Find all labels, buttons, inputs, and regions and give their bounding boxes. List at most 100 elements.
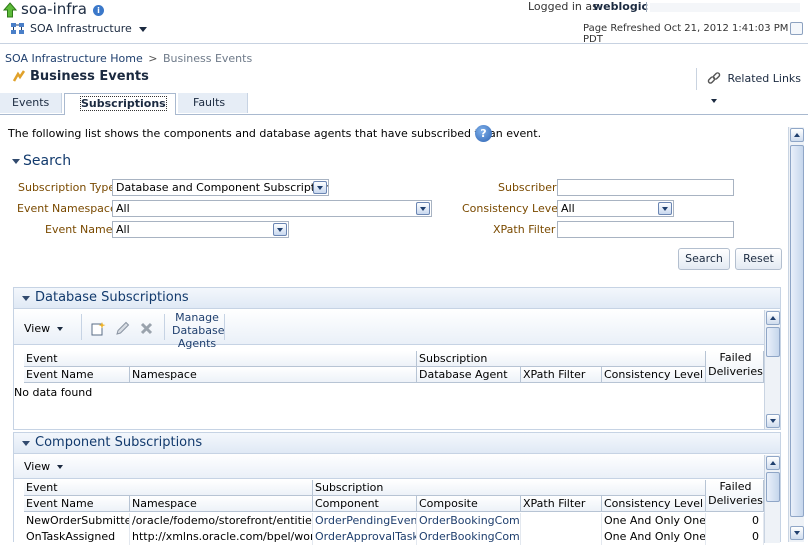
info-icon[interactable]: i [93,5,104,16]
db-col-failed: Failed Deliveries [706,351,764,383]
search-collapse-icon[interactable] [11,157,20,166]
comp-table-scrollbar[interactable] [764,455,780,543]
breadcrumb-separator: > [148,52,158,65]
breadcrumb-current: Business Events [162,52,253,65]
manage-line3: Agents [177,337,217,350]
refresh-icon[interactable] [790,22,803,35]
manage-database-agents-link[interactable]: Manage Database Agents [172,311,225,350]
component-subscriptions-panel: Component Subscriptions View Event Subsc… [13,432,781,545]
app-header: soa-infra i SOA Infrastructure Logged in… [0,0,808,45]
reset-button[interactable]: Reset [735,248,782,270]
page-title: Business Events [30,69,149,84]
scroll-down-button[interactable] [766,414,780,428]
target-menu[interactable]: SOA Infrastructure [30,22,148,35]
scroll-up-button[interactable] [790,128,804,142]
tab-faults[interactable]: Faults [178,93,248,113]
toolbar-separator [81,314,82,340]
event-name-label: Event Name [45,223,113,236]
row-composite-link[interactable]: OrderBookingCompos [417,513,521,529]
logged-in-label: Logged in as [528,0,598,13]
subscription-type-value: Database and Component Subscriptions [116,181,329,194]
related-links-menu[interactable]: Related Links [696,68,808,103]
link-chain-icon [707,72,721,86]
db-view-menu[interactable]: View [24,322,63,335]
scroll-thumb[interactable] [766,472,780,502]
comp-col-namespace[interactable]: Namespace [130,496,313,512]
comp-panel-title: Component Subscriptions [35,435,203,450]
help-icon[interactable]: ? [475,125,492,142]
scroll-thumb[interactable] [766,327,780,357]
comp-group-event: Event [24,480,313,496]
user-name[interactable]: weblogic [593,0,648,13]
event-name-value: All [116,223,130,236]
row-failed: 0 [706,513,764,529]
search-button[interactable]: Search [678,248,730,270]
table-row[interactable]: NewOrderSubmitted /oracle/fodemo/storefr… [14,513,764,529]
comp-col-xpath-filter[interactable]: XPath Filter [521,496,602,512]
manage-line1: Manage [175,311,219,324]
row-xpath-filter [521,513,602,529]
comp-col-component[interactable]: Component [313,496,417,512]
delete-icon[interactable] [139,321,154,336]
comp-view-menu-label: View [24,460,51,473]
db-table-scrollbar[interactable] [764,310,780,429]
subscription-type-label: Subscription Type [18,181,116,194]
xpath-filter-input[interactable] [557,221,734,238]
db-col-namespace[interactable]: Namespace [130,367,417,383]
table-row[interactable]: OnTaskAssigned http://xmlns.oracle.com/b… [14,529,764,545]
chevron-down-icon [56,327,63,331]
dropdown-arrow-icon [658,202,672,215]
scroll-up-button[interactable] [766,311,780,325]
business-events-icon [12,69,26,83]
consistency-level-label: Consistency Level [462,202,562,215]
intro-text: The following list shows the components … [8,127,542,140]
comp-col-composite[interactable]: Composite [417,496,521,512]
soa-target-icon [10,22,25,35]
comp-view-menu[interactable]: View [24,460,63,473]
db-subscriptions-panel: Database Subscriptions View Manage Datab… [13,287,781,430]
tab-events[interactable]: Events [0,93,62,113]
comp-col-consistency-level[interactable]: Consistency Level [602,496,706,512]
dropdown-arrow-icon [313,181,327,194]
comp-col-event-name[interactable]: Event Name [24,496,130,512]
comp-toolbar: View [14,454,780,479]
scroll-down-button[interactable] [790,526,804,540]
subscriber-input[interactable] [557,179,734,196]
db-collapse-icon[interactable] [21,294,30,303]
row-composite-link[interactable]: OrderBookingCompos [417,529,521,545]
create-icon[interactable] [91,321,106,336]
breadcrumb-home-link[interactable]: SOA Infrastructure Home [5,52,143,65]
event-namespace-select[interactable]: All [112,200,432,217]
db-col-consistency-level[interactable]: Consistency Level [602,367,706,383]
edit-icon[interactable] [115,321,130,336]
consistency-level-value: All [561,202,575,215]
up-arrow-icon[interactable] [2,2,18,18]
db-col-database-agent[interactable]: Database Agent [417,367,521,383]
comp-group-subscription: Subscription [313,480,706,496]
row-component-link[interactable]: OrderApprovalTaskAs [313,529,417,545]
db-panel-header: Database Subscriptions [14,288,780,309]
app-title: soa-infra [21,0,87,18]
chevron-down-icon [56,465,63,469]
row-failed: 0 [706,529,764,545]
tab-subscriptions[interactable]: Subscriptions [64,93,176,115]
xpath-filter-label: XPath Filter [493,223,556,236]
comp-collapse-icon[interactable] [21,439,30,448]
db-col-xpath-filter[interactable]: XPath Filter [521,367,602,383]
manage-line2: Database [172,324,225,337]
db-col-event-name[interactable]: Event Name [24,367,130,383]
toolbar-separator [164,314,165,340]
subscription-type-select[interactable]: Database and Component Subscriptions [112,179,329,196]
consistency-level-select[interactable]: All [557,200,674,217]
tab-subscriptions-label: Subscriptions [80,96,167,111]
event-name-select[interactable]: All [112,221,289,238]
comp-failed-line2: Deliveries [708,494,763,507]
breadcrumb: SOA Infrastructure Home > Business Event… [5,52,252,65]
scroll-thumb[interactable] [790,145,804,517]
tab-faults-label: Faults [193,96,226,109]
scroll-up-button[interactable] [766,456,780,470]
page-scrollbar[interactable] [788,127,804,542]
header-divider [646,2,647,12]
event-namespace-label: Event Namespace [17,202,117,215]
row-component-link[interactable]: OrderPendingEvent [313,513,417,529]
